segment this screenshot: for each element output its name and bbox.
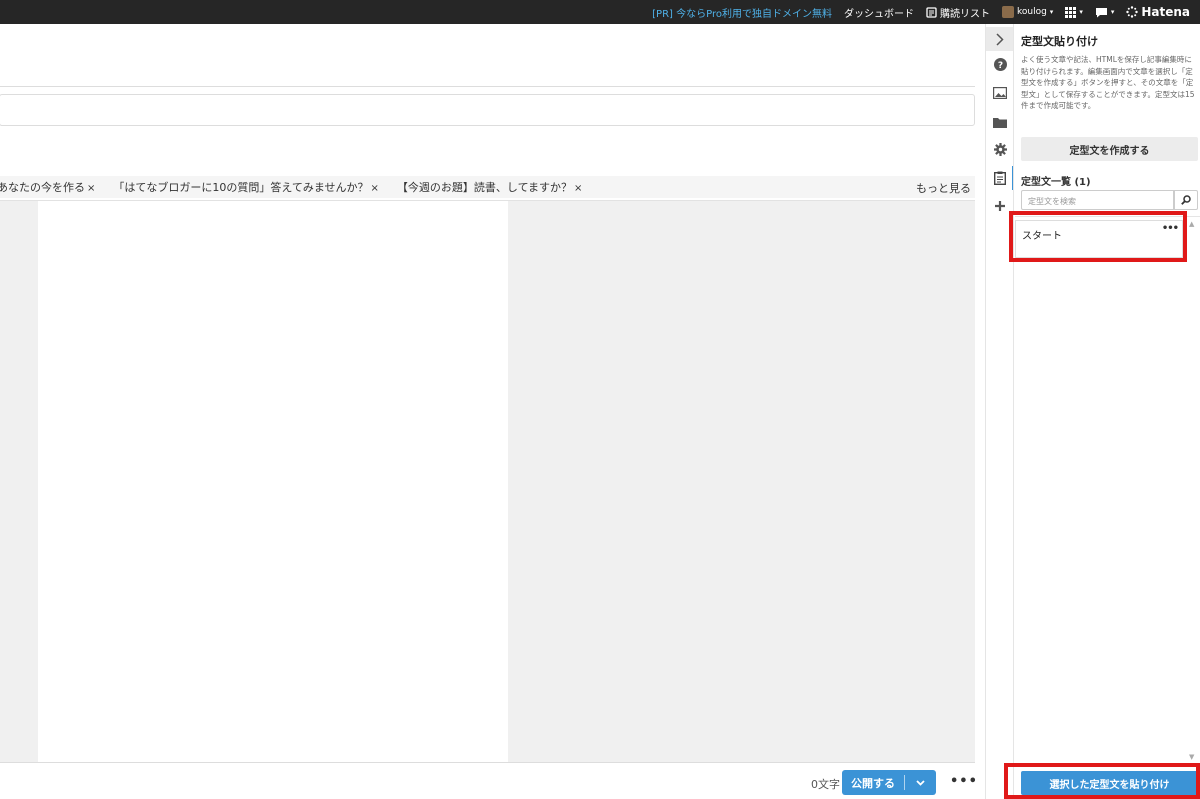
panel-description: よく使う文章や記法、HTMLを保存し記事編集時に貼り付けられます。編集画面内で文… — [1021, 55, 1195, 110]
folder-button[interactable] — [986, 110, 1014, 134]
reading-list-link[interactable]: 購読リスト — [926, 5, 990, 20]
hatena-logo[interactable]: Hatena — [1126, 5, 1190, 19]
phrase-list: スタート ••• ▲ ▼ — [1015, 216, 1200, 762]
plus-icon — [995, 201, 1005, 211]
sidebar-icon-bar: ? — [985, 24, 1015, 799]
reading-list-label: 購読リスト — [939, 8, 990, 20]
image-icon — [993, 87, 1007, 99]
create-phrase-button[interactable]: 定型文を作成する — [1021, 137, 1198, 161]
chevron-down-icon: ▾ — [1110, 8, 1115, 16]
chevron-down-icon — [916, 779, 925, 786]
editor-footer: 0文字 公開する ••• — [0, 762, 978, 799]
search-button[interactable] — [1174, 190, 1198, 210]
publish-options-button[interactable] — [905, 779, 936, 786]
scroll-up-icon[interactable]: ▲ — [1189, 220, 1194, 228]
topic-label: 【今週のお題】読書、してますか？ — [396, 181, 573, 194]
help-button[interactable]: ? — [986, 52, 1014, 76]
collapse-sidebar-button[interactable] — [986, 27, 1014, 51]
brand-name: Hatena — [1141, 5, 1190, 19]
search-icon — [1181, 195, 1191, 205]
more-options-button[interactable]: ••• — [950, 774, 978, 789]
notifications-menu[interactable]: ▾ — [1095, 7, 1115, 18]
settings-button[interactable] — [986, 137, 1014, 161]
body-editor — [0, 200, 975, 763]
dashboard-link[interactable]: ダッシュボード — [844, 5, 914, 20]
fixed-phrase-button[interactable] — [986, 166, 1015, 190]
panel-title: 定型文貼り付け — [1021, 35, 1098, 48]
photo-button[interactable] — [986, 81, 1014, 105]
user-menu[interactable]: koulog ▾ — [1001, 6, 1054, 18]
folder-icon — [993, 117, 1007, 128]
apps-menu[interactable]: ▾ — [1065, 6, 1083, 18]
title-input[interactable] — [0, 94, 975, 126]
scrollbar[interactable]: ▲ ▼ — [1187, 217, 1200, 763]
phrase-name: スタート — [1022, 231, 1062, 242]
hatena-mark-icon — [1126, 6, 1139, 18]
scroll-down-icon[interactable]: ▼ — [1189, 753, 1194, 761]
topic-label: あなたの今を作る — [0, 181, 85, 194]
editor-main: あなたの今を作る × 「はてなブロガーに10の質問」答えてみませんか？ × 【今週の… — [0, 24, 985, 799]
list-item[interactable]: スタート ••• — [1015, 220, 1183, 258]
close-icon[interactable]: × — [574, 183, 582, 194]
grid-icon — [1065, 6, 1077, 18]
phrase-list-title: 定型文一覧 (1) — [1021, 177, 1091, 188]
hatena-global-header: [PR] 今ならPro利用で独自ドメイン無料 ダッシュボード 購読リスト kou… — [0, 0, 1200, 24]
topic-label: 「はてなブロガーに10の質問」答えてみませんか？ — [113, 181, 369, 194]
divider — [0, 86, 975, 87]
gear-icon — [993, 142, 1007, 156]
publish-button-group: 公開する — [842, 770, 936, 795]
topic-tag[interactable]: あなたの今を作る × — [0, 179, 95, 195]
topic-tag[interactable]: 「はてなブロガーに10の質問」答えてみませんか？ × — [113, 179, 379, 195]
chevron-down-icon: ▾ — [1079, 8, 1083, 16]
phrase-search-input[interactable]: 定型文を検索 — [1021, 190, 1174, 210]
help-icon: ? — [993, 57, 1007, 71]
chevron-right-icon — [996, 32, 1004, 46]
fixed-phrase-panel: 定型文貼り付け よく使う文章や記法、HTMLを保存し記事編集時に貼り付けられます… — [1013, 24, 1200, 799]
char-count: 0文字 — [811, 778, 840, 791]
svg-text:?: ? — [997, 61, 1002, 71]
close-icon[interactable]: × — [371, 183, 379, 194]
editor-textarea[interactable] — [38, 201, 508, 763]
more-topics-link[interactable]: もっと見る — [916, 180, 971, 196]
chevron-down-icon: ▾ — [1049, 8, 1054, 16]
user-name: koulog — [1016, 7, 1047, 17]
add-button[interactable] — [986, 194, 1014, 218]
comment-icon — [1095, 7, 1107, 17]
clipboard-icon — [994, 171, 1006, 185]
pr-link[interactable]: [PR] 今ならPro利用で独自ドメイン無料 — [652, 5, 832, 20]
close-icon[interactable]: × — [87, 183, 95, 194]
phrase-menu-button[interactable]: ••• — [1162, 223, 1179, 234]
publish-button[interactable]: 公開する — [842, 775, 904, 791]
reading-list-icon — [926, 6, 937, 18]
topic-tag[interactable]: 【今週のお題】読書、してますか？ × — [397, 179, 583, 195]
paste-phrase-button[interactable]: 選択した定型文を貼り付け — [1021, 771, 1198, 795]
topic-bar: あなたの今を作る × 「はてなブロガーに10の質問」答えてみませんか？ × 【今週の… — [0, 176, 975, 198]
avatar — [1001, 6, 1014, 18]
